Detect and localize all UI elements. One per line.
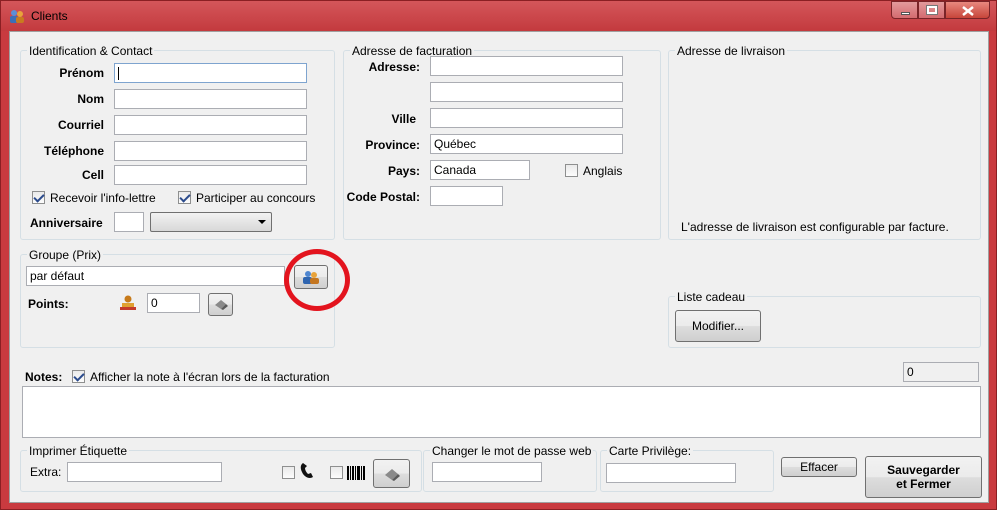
save-close-line1: Sauvegarder	[887, 463, 960, 477]
telephone-label: Téléphone	[43, 144, 104, 158]
prenom-field[interactable]	[114, 63, 307, 83]
anniversaire-label: Anniversaire	[30, 216, 103, 230]
courriel-field[interactable]	[114, 115, 307, 135]
identification-legend: Identification & Contact	[27, 44, 155, 58]
save-close-button[interactable]: Sauvegarder et Fermer	[865, 456, 982, 498]
prenom-label: Prénom	[59, 66, 104, 80]
title-bar[interactable]: Clients	[1, 1, 996, 31]
telephone-field[interactable]	[114, 141, 307, 161]
cell-label: Cell	[81, 168, 104, 182]
barcode-icon	[347, 466, 365, 480]
print-icon	[384, 469, 400, 481]
delivery-group: Adresse de livraison	[668, 44, 981, 240]
pays-field[interactable]: Canada	[430, 160, 530, 180]
maximize-button[interactable]	[918, 1, 945, 19]
eraser-icon	[214, 300, 228, 310]
privilege-card-legend: Carte Privilège:	[607, 444, 694, 458]
client-area: Identification & Contact Prénom Nom Cour…	[9, 31, 989, 503]
app-icon	[10, 10, 24, 23]
highlight-circle	[284, 249, 350, 311]
print-label-legend: Imprimer Étiquette	[27, 444, 130, 458]
phone-icon	[300, 463, 313, 478]
nom-label: Nom	[77, 92, 104, 106]
anglais-checkbox[interactable]	[565, 164, 578, 177]
chevron-down-icon	[258, 220, 266, 224]
adresse-line2-field[interactable]	[430, 82, 623, 102]
anniversaire-day-field[interactable]	[114, 212, 144, 232]
newsletter-label: Recevoir l'info-lettre	[50, 191, 156, 205]
groupe-legend: Groupe (Prix)	[27, 248, 104, 262]
courriel-label: Courriel	[57, 118, 104, 132]
phone-checkbox[interactable]	[282, 466, 295, 479]
adresse-label: Adresse:	[368, 60, 420, 74]
clients-window: Clients Identification & Contact Prénom …	[0, 0, 997, 510]
adresse-line1-field[interactable]	[430, 56, 623, 76]
nom-field[interactable]	[114, 89, 307, 109]
notes-show-label: Afficher la note à l'écran lors de la fa…	[90, 370, 330, 384]
save-close-line2: et Fermer	[896, 477, 951, 491]
gift-list-legend: Liste cadeau	[675, 290, 748, 304]
print-button[interactable]	[373, 459, 410, 488]
pays-label: Pays:	[387, 164, 420, 178]
province-field[interactable]: Québec	[430, 134, 623, 154]
delivery-note: L'adresse de livraison est configurable …	[681, 220, 949, 234]
points-field[interactable]: 0	[147, 293, 200, 313]
text-caret	[118, 67, 119, 80]
province-label: Province:	[365, 138, 420, 152]
window-controls	[891, 1, 990, 20]
notes-counter: 0	[903, 362, 979, 382]
ville-label: Ville	[391, 112, 416, 126]
barcode-checkbox[interactable]	[330, 466, 343, 479]
extra-label: Extra:	[30, 465, 62, 479]
code-postal-field[interactable]	[430, 186, 503, 206]
close-button[interactable]	[945, 1, 990, 19]
code-postal-label: Code Postal:	[346, 190, 420, 204]
gift-list-modify-button[interactable]: Modifier...	[675, 310, 761, 342]
window-title: Clients	[31, 9, 68, 23]
anglais-label: Anglais	[583, 164, 623, 178]
minimize-icon	[901, 12, 910, 15]
minimize-button[interactable]	[891, 1, 918, 19]
points-stamp-icon	[120, 295, 136, 310]
notes-textarea[interactable]	[22, 386, 981, 438]
contest-label: Participer au concours	[196, 191, 316, 205]
points-eraser-button[interactable]	[208, 293, 233, 316]
ville-field[interactable]	[430, 108, 623, 128]
points-label: Points:	[28, 297, 69, 311]
web-password-legend: Changer le mot de passe web	[430, 444, 594, 458]
contest-checkbox[interactable]	[178, 191, 191, 204]
newsletter-checkbox[interactable]	[32, 191, 45, 204]
clear-button[interactable]: Effacer	[781, 457, 857, 477]
notes-show-checkbox[interactable]	[72, 370, 85, 383]
extra-field[interactable]	[67, 462, 222, 482]
delivery-legend: Adresse de livraison	[675, 44, 788, 58]
anniversaire-month-select[interactable]	[150, 212, 272, 232]
privilege-card-field[interactable]	[606, 463, 736, 483]
maximize-icon	[926, 5, 938, 15]
notes-label: Notes:	[25, 370, 63, 384]
groupe-field[interactable]: par défaut	[26, 266, 285, 286]
cell-field[interactable]	[114, 165, 307, 185]
close-icon	[962, 6, 974, 16]
web-password-field[interactable]	[432, 462, 542, 482]
